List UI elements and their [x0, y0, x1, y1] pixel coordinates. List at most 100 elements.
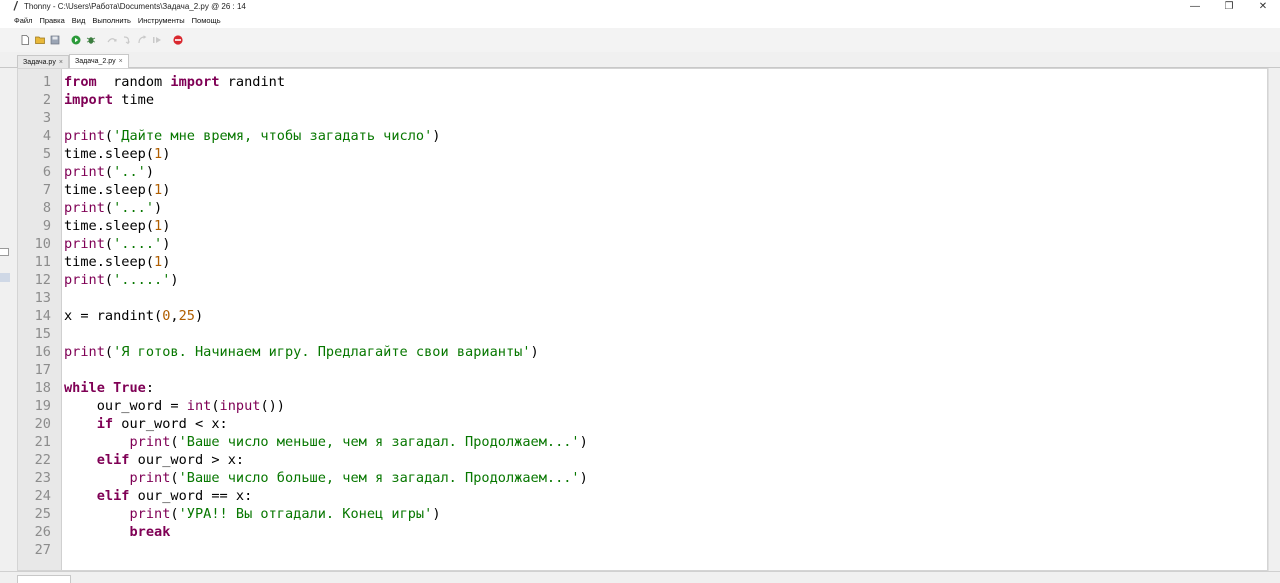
code-line[interactable]: print('Дайте мне время, чтобы загадать ч…: [64, 127, 1267, 145]
line-number: 9: [42, 218, 51, 234]
code-line[interactable]: time.sleep(1): [64, 217, 1267, 235]
code-token: (: [104, 200, 114, 216]
line-number: 3: [42, 110, 51, 126]
line-number: 17: [34, 362, 51, 378]
code-line[interactable]: print('УРА!! Вы отгадали. Конец игры'): [64, 505, 1267, 523]
code-line[interactable]: import time: [64, 91, 1267, 109]
line-number: 12: [34, 272, 51, 288]
code-line[interactable]: print('..'): [64, 163, 1267, 181]
code-line[interactable]: our_word = int(input()): [64, 397, 1267, 415]
code-token: print: [64, 344, 105, 360]
debug-icon: [86, 37, 96, 44]
resume-button[interactable]: [151, 34, 163, 46]
open-file-button[interactable]: [34, 34, 46, 46]
code-token: print: [64, 236, 105, 252]
vertical-scrollbar[interactable]: [1268, 68, 1280, 571]
code-token: print: [64, 272, 105, 288]
code-line[interactable]: while True:: [64, 379, 1267, 397]
code-token: 'УРА!! Вы отгадали. Конец игры': [178, 506, 433, 522]
code-token: time: [113, 92, 155, 108]
code-token: our_word =: [64, 398, 187, 414]
code-line[interactable]: time.sleep(1): [64, 181, 1267, 199]
save-file-button[interactable]: [49, 34, 61, 46]
code-token: 25: [178, 308, 195, 324]
line-number: 5: [42, 146, 51, 162]
code-token: ): [162, 218, 171, 234]
code-token: (: [170, 434, 179, 450]
code-line[interactable]: [64, 109, 1267, 127]
code-line[interactable]: [64, 361, 1267, 379]
code-line[interactable]: elif our_word == x:: [64, 487, 1267, 505]
code-line[interactable]: elif our_word > x:: [64, 451, 1267, 469]
code-token: (: [170, 506, 179, 522]
maximize-button[interactable]: ❐: [1212, 0, 1246, 14]
step-into-button[interactable]: [121, 34, 133, 46]
code-line[interactable]: print('Я готов. Начинаем игру. Предлагай…: [64, 343, 1267, 361]
tab-zadacha[interactable]: Задача.py ×: [17, 55, 69, 68]
menu-run[interactable]: Выполнить: [92, 14, 131, 28]
code-token: int: [186, 398, 212, 414]
code-line[interactable]: print('...'): [64, 199, 1267, 217]
code-token: ): [170, 272, 179, 288]
window-title: Thonny - C:\Users\Работа\Documents\Задач…: [24, 2, 246, 11]
code-line[interactable]: print('.....'): [64, 271, 1267, 289]
tab-label: Задача.py: [23, 59, 56, 66]
code-token: our_word > x:: [129, 452, 245, 468]
step-over-button[interactable]: [106, 34, 118, 46]
code-line[interactable]: print('....'): [64, 235, 1267, 253]
code-token: ): [432, 506, 441, 522]
menu-bar: Файл Правка Вид Выполнить Инструменты По…: [0, 14, 1280, 28]
new-file-button[interactable]: [19, 34, 31, 46]
window-controls: — ❐ ✕: [1178, 0, 1280, 14]
code-line[interactable]: x = randint(0,25): [64, 307, 1267, 325]
code-line[interactable]: [64, 541, 1267, 559]
code-token: 'Я готов. Начинаем игру. Предлагайте сво…: [113, 344, 531, 360]
tab-close-icon[interactable]: ×: [119, 58, 123, 65]
close-button[interactable]: ✕: [1246, 0, 1280, 14]
code-token: break: [129, 524, 171, 540]
line-numbers: 1 2 3 4 5 6 7 8 9 10 11 12 13 14 15 16 17 18 19 20 21 22 23 24 2…: [18, 73, 51, 559]
window-edge-mark: [0, 248, 9, 256]
stop-button[interactable]: [172, 34, 184, 46]
line-number: 2: [42, 92, 51, 108]
minimize-button[interactable]: —: [1178, 0, 1212, 14]
tab-zadacha-2[interactable]: Задача_2.py ×: [69, 54, 129, 69]
code-token: while: [64, 380, 105, 396]
menu-file[interactable]: Файл: [14, 14, 32, 28]
code-line[interactable]: from random import randint: [64, 73, 1267, 91]
code-token: (: [104, 236, 114, 252]
tab-close-icon[interactable]: ×: [59, 59, 63, 66]
code-editor[interactable]: 1 2 3 4 5 6 7 8 9 10 11 12 13 14 15 16 17 18 19 20 21 22 23 24 2…: [17, 68, 1268, 571]
menu-tools[interactable]: Инструменты: [138, 14, 185, 28]
code-line[interactable]: print('Ваше число меньше, чем я загадал.…: [64, 433, 1267, 451]
code-token: randint: [219, 74, 286, 90]
step-out-icon: [138, 35, 147, 44]
code-line[interactable]: time.sleep(1): [64, 253, 1267, 271]
line-number: 18: [34, 380, 51, 396]
code-line[interactable]: [64, 289, 1267, 307]
code-line[interactable]: break: [64, 523, 1267, 541]
step-out-button[interactable]: [136, 34, 148, 46]
menu-help[interactable]: Помощь: [192, 14, 221, 28]
debug-button[interactable]: [85, 34, 97, 46]
window-edge-mark: [0, 273, 10, 282]
menu-view[interactable]: Вид: [72, 14, 86, 28]
stop-icon: [173, 35, 183, 45]
code-area[interactable]: from random import randint import time pri…: [64, 73, 1267, 559]
code-token: print: [64, 200, 105, 216]
code-line[interactable]: time.sleep(1): [64, 145, 1267, 163]
code-token: ): [194, 308, 204, 324]
code-token: '..': [113, 164, 146, 180]
menu-edit[interactable]: Правка: [39, 14, 64, 28]
code-token: x = randint(: [64, 308, 163, 324]
run-button[interactable]: [70, 34, 82, 46]
line-number: 23: [34, 470, 51, 486]
code-line[interactable]: if our_word < x:: [64, 415, 1267, 433]
code-line[interactable]: print('Ваше число больше, чем я загадал.…: [64, 469, 1267, 487]
code-line[interactable]: [64, 325, 1267, 343]
line-number: 15: [34, 326, 51, 342]
